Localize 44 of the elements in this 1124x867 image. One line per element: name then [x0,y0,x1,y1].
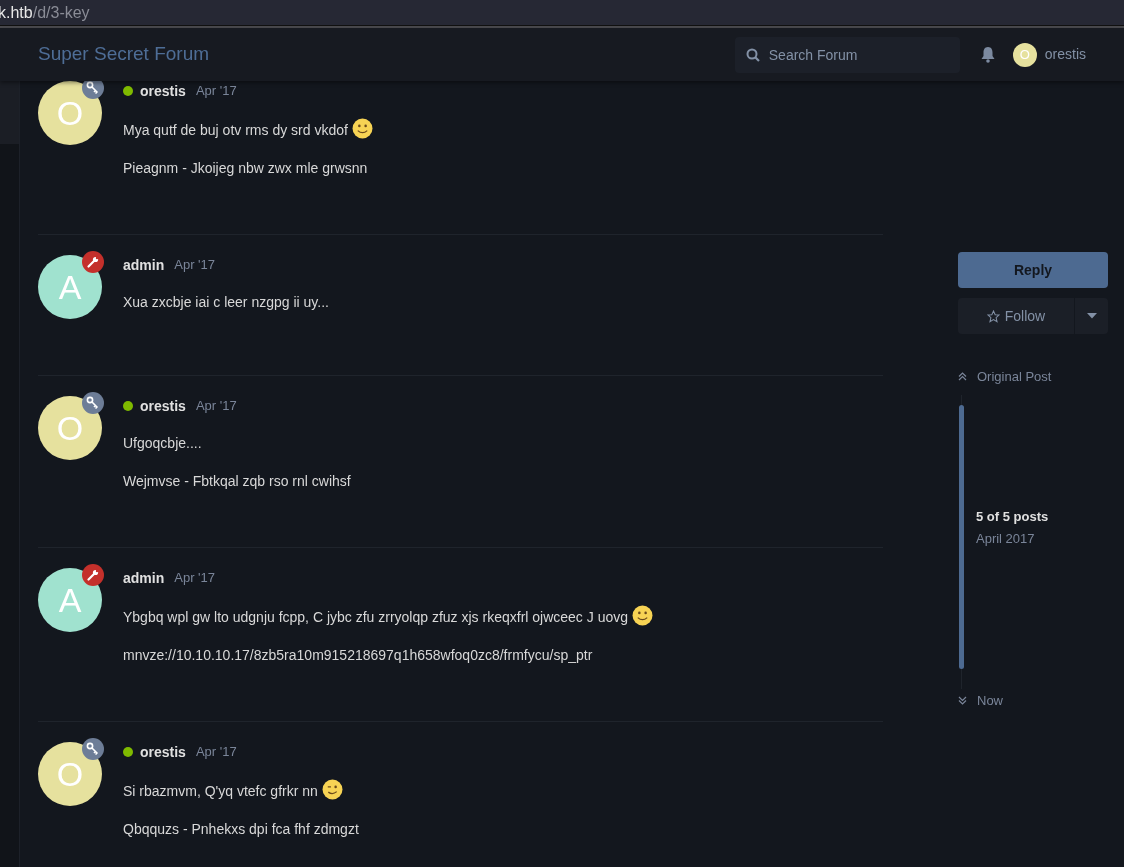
smiley-icon [351,118,373,139]
position-date: April 2017 [976,530,1036,548]
dropdown-button[interactable] [1075,298,1108,334]
author-name[interactable]: admin [123,567,165,589]
post-text: Qbqquzs - Pnhekxs dpi fca fhf zdmgzt [123,820,359,839]
follow-button[interactable]: Follow [958,298,1074,334]
post-text: Mya qutf de buj otv rms dy srd vkdof [123,118,373,140]
smiley-icon [632,605,653,626]
scrubber-handle[interactable] [958,404,964,669]
key-icon [82,392,104,414]
post-position: 5 of 5 posts [976,507,1049,526]
reply-button[interactable]: Reply [958,252,1108,288]
post-text: Wejmvse - Fbtkqal zqb rso rnl cwihsf [123,472,351,491]
post-text: Pieagnm - Jkoijeg nbw zwx mle grwsnn [123,159,369,178]
post-text: Xua zxcbje iai c leer nzgpg ii uy... [123,293,329,312]
author-name[interactable]: orestis [140,395,186,417]
key-icon [82,738,104,760]
post-date[interactable]: Apr '17 [174,255,216,275]
post-date[interactable]: Apr '17 [195,396,237,416]
double-chevron-up-icon [958,372,967,382]
original-post-link[interactable]: Original Post [977,367,1052,387]
wrench-icon [82,251,104,273]
now-link[interactable]: Now [977,690,1003,710]
post-text: Ufgoqcbje.... [123,434,203,453]
bell-icon[interactable] [979,46,996,63]
author-name[interactable]: orestis [140,80,186,102]
search-field[interactable]: Search Forum [734,36,960,73]
author-name[interactable]: admin [123,254,165,276]
post-date[interactable]: Apr '17 [195,742,237,762]
post-date[interactable]: Apr '17 [195,81,237,101]
double-chevron-down-icon [958,695,967,705]
winking-face-icon [321,779,343,800]
search-icon [745,47,760,62]
forum-title[interactable]: Super Secret Forum [38,40,210,69]
post-date[interactable]: Apr '17 [174,568,216,588]
wrench-icon [82,564,104,586]
post-text: Ybgbq wpl gw lto udgnju fcpp, C jybc zfu zrryolqp zfuz xjs rkeqxfrl ojwceec J uovg [123,605,653,627]
username[interactable]: orestis [1044,44,1086,65]
url-path: /d/3-key [32,4,90,21]
star-icon [986,309,1000,323]
post-text: Si rbazmvm, Q'yq vtefc gfrkr nn [123,779,359,801]
author-name[interactable]: orestis [140,741,186,763]
caret-icon [1086,313,1097,319]
post-text: mnvze://10.10.10.17/8zb5ra10m915218697q1h658wfoq0zc8/frmfycu/sp_ptr [123,646,594,665]
